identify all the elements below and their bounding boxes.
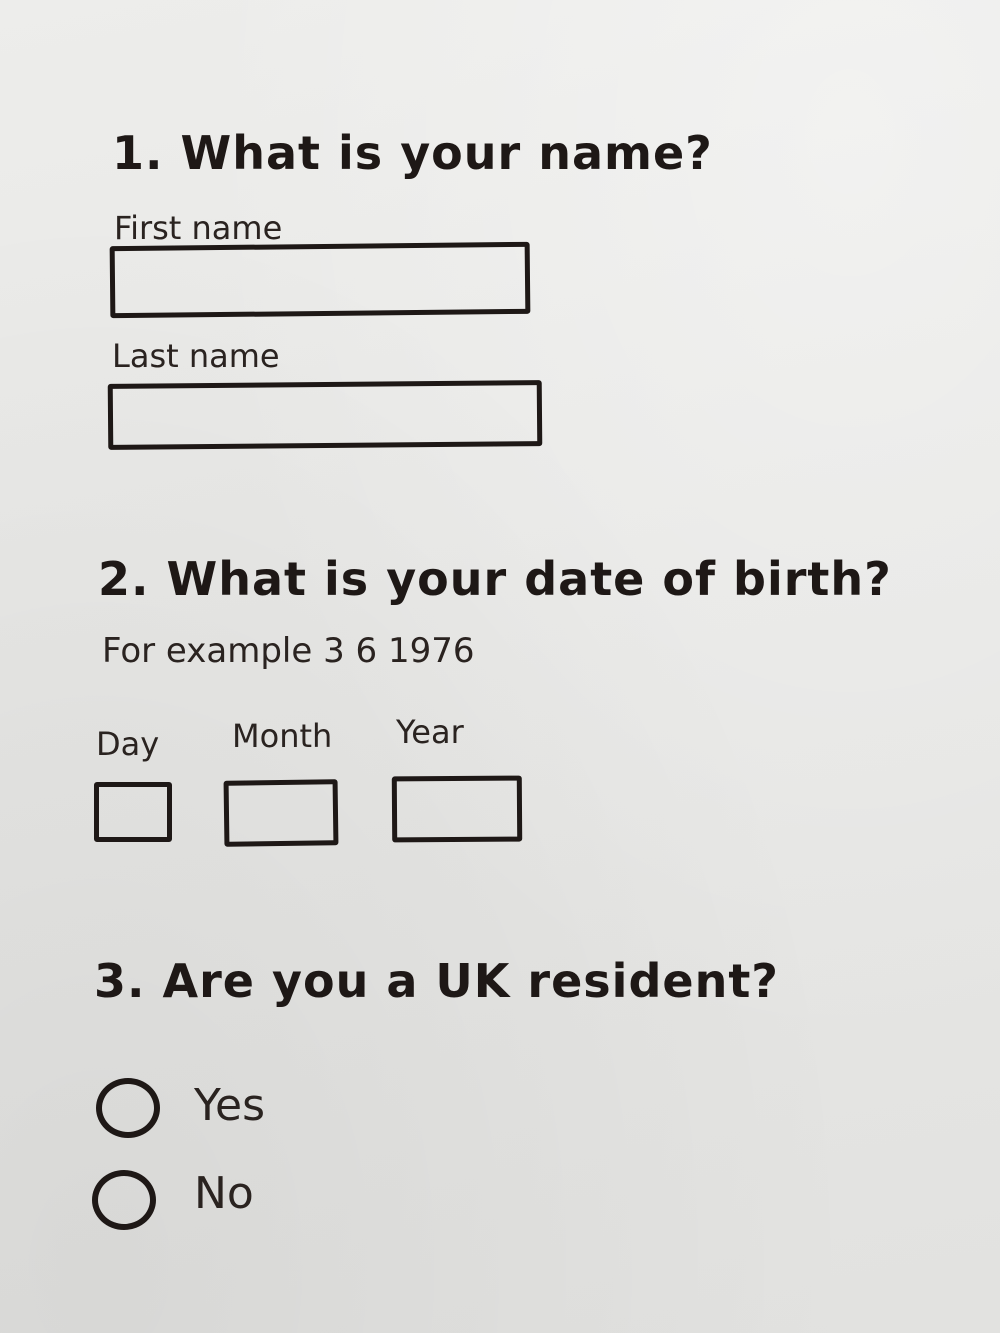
day-label: Day [96, 725, 160, 763]
year-label: Year [396, 713, 464, 751]
question-1-heading: 1. What is your name? [112, 126, 713, 180]
question-2-heading: 2. What is your date of birth? [98, 552, 892, 606]
date-hint-text: For example 3 6 1976 [102, 631, 475, 671]
month-label: Month [232, 717, 333, 755]
last-name-input[interactable] [107, 380, 543, 450]
option-yes-label: Yes [194, 1080, 266, 1131]
first-name-label: First name [114, 209, 283, 247]
last-name-label: Last name [112, 337, 280, 375]
radio-no[interactable] [92, 1170, 156, 1230]
option-no-label: No [194, 1168, 254, 1219]
month-input[interactable] [223, 779, 339, 847]
question-3-heading: 3. Are you a UK resident? [94, 954, 779, 1008]
day-input[interactable] [94, 782, 172, 842]
radio-yes[interactable] [96, 1078, 160, 1138]
first-name-input[interactable] [109, 241, 531, 319]
year-input[interactable] [391, 775, 523, 843]
